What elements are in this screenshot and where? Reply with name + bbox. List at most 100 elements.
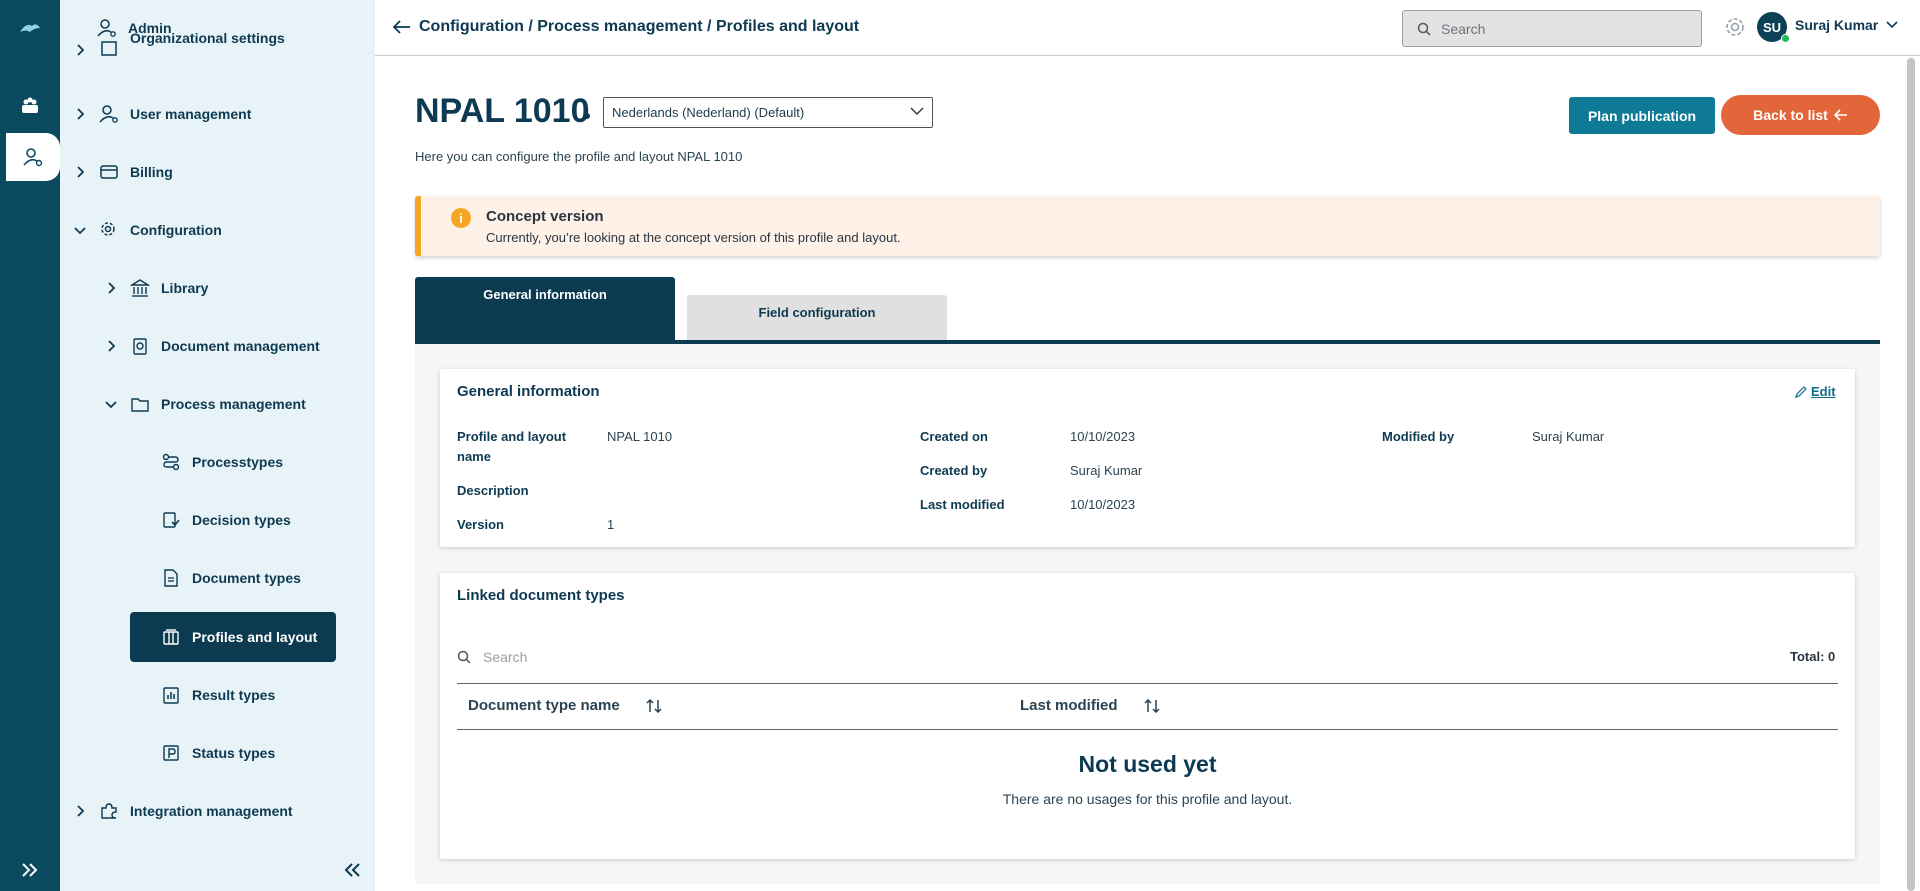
- search-placeholder: Search: [483, 649, 528, 665]
- sidebar-item-document-types[interactable]: Document types: [160, 553, 301, 603]
- chevron-down-icon: [1886, 21, 1898, 29]
- search-placeholder: Search: [1441, 20, 1486, 37]
- rail-cases-button[interactable]: [0, 82, 60, 130]
- sidebar-item-label: Result types: [192, 687, 276, 703]
- alert-text: Currently, you’re looking at the concept…: [486, 230, 901, 245]
- chevron-down-icon: [910, 107, 924, 115]
- sidebar-item-document-management[interactable]: Document management: [103, 321, 320, 371]
- linked-document-types-card: [440, 573, 1855, 859]
- sidebar-item-process-management[interactable]: Process management: [103, 379, 306, 429]
- chevron-right-icon: [103, 280, 119, 296]
- folder-icon: [129, 393, 151, 415]
- global-search-input[interactable]: Search: [1402, 10, 1702, 47]
- sidebar-item-profiles-and-layout[interactable]: Profiles and layout: [130, 612, 336, 662]
- sidebar-item-processtypes[interactable]: Processtypes: [160, 437, 283, 487]
- created-by-label: Created by: [920, 463, 988, 478]
- version-label: Version: [457, 517, 504, 532]
- search-icon: [1417, 22, 1431, 36]
- info-icon: i: [451, 208, 471, 228]
- tab-field-configuration[interactable]: Field configuration: [687, 295, 947, 341]
- sidebar-item-label: Status types: [192, 745, 276, 761]
- collapse-sidebar-icon[interactable]: [340, 858, 364, 882]
- sidebar-item-label: Integration management: [130, 803, 293, 819]
- admin-sidebar: Admin Organizational settings User manag…: [60, 0, 375, 891]
- sidebar-item-result-types[interactable]: Result types: [160, 670, 275, 720]
- plan-publication-label: Plan publication: [1587, 107, 1697, 124]
- title-separator: [584, 113, 590, 119]
- rail-admin-button[interactable]: [6, 133, 60, 181]
- page-scrollbar[interactable]: [1907, 58, 1915, 891]
- profile-name-value: NPAL 1010: [607, 429, 673, 444]
- description-label: Description: [457, 483, 529, 498]
- sidebar-item-organizational-settings[interactable]: Organizational settings: [72, 32, 285, 58]
- created-on-label: Created on: [920, 429, 988, 444]
- back-to-list-button[interactable]: Back to list: [1721, 95, 1880, 135]
- breadcrumb-text[interactable]: Configuration / Process management / Pro…: [419, 18, 859, 36]
- sidebar-item-label: Process management: [161, 396, 306, 412]
- layout-icon: [160, 626, 182, 648]
- back-to-list-label: Back to list: [1753, 107, 1828, 123]
- language-select[interactable]: Nederlands (Nederland) (Default): [603, 97, 933, 128]
- modified-by-value: Suraj Kumar: [1532, 429, 1605, 444]
- tab-general-information[interactable]: General information: [415, 277, 675, 341]
- chevron-right-icon: [103, 338, 119, 354]
- linked-docs-title: Linked document types: [457, 587, 625, 604]
- sidebar-item-label: Decision types: [192, 512, 291, 528]
- document-management-icon: [129, 335, 151, 357]
- total-count: Total: 0: [1790, 649, 1836, 664]
- column-header-document-type-name[interactable]: Document type name: [468, 697, 662, 714]
- sidebar-item-status-types[interactable]: Status types: [160, 728, 275, 778]
- sidebar-item-configuration[interactable]: Configuration: [72, 205, 222, 255]
- column-header-last-modified[interactable]: Last modified: [1020, 697, 1160, 714]
- chevron-right-icon: [72, 164, 88, 180]
- gear-icon[interactable]: [1722, 14, 1748, 40]
- edit-label: Edit: [1811, 384, 1836, 399]
- search-icon: [457, 650, 471, 664]
- chart-icon: [160, 684, 182, 706]
- chevron-right-icon: [72, 803, 88, 819]
- sidebar-item-label: Document types: [192, 570, 301, 586]
- table-header-divider: [457, 729, 1838, 730]
- alert-title: Concept version: [486, 208, 604, 225]
- back-arrow-icon[interactable]: [393, 20, 411, 34]
- user-menu[interactable]: Suraj Kumar: [1795, 17, 1898, 33]
- sidebar-item-user-management[interactable]: User management: [72, 89, 251, 139]
- sidebar-item-decision-types[interactable]: Decision types: [160, 495, 291, 545]
- chevron-right-icon: [72, 106, 88, 122]
- sidebar-item-label: Document management: [161, 338, 320, 354]
- sidebar-item-label: Billing: [130, 164, 173, 180]
- sidebar-item-library[interactable]: Library: [103, 263, 208, 313]
- document-icon: [160, 567, 182, 589]
- config-gear-icon: [98, 219, 120, 241]
- top-header: Configuration / Process management / Pro…: [375, 0, 1920, 56]
- expand-sidebar-icon[interactable]: [18, 858, 42, 882]
- sidebar-item-label: Configuration: [130, 222, 222, 238]
- sidebar-item-integration-management[interactable]: Integration management: [72, 786, 293, 836]
- sort-icon[interactable]: [646, 698, 662, 713]
- tab-label: General information: [483, 287, 607, 302]
- breadcrumb: Configuration / Process management / Pro…: [393, 18, 859, 36]
- sidebar-item-label: Organizational settings: [130, 32, 285, 46]
- building-icon: [98, 36, 120, 58]
- status-icon: [160, 742, 182, 764]
- chevron-right-icon: [72, 42, 88, 58]
- library-icon: [129, 277, 151, 299]
- plan-publication-button[interactable]: Plan publication: [1569, 97, 1715, 134]
- general-info-card: [440, 369, 1855, 547]
- sidebar-item-label: Processtypes: [192, 454, 284, 470]
- sidebar-item-billing[interactable]: Billing: [72, 147, 173, 197]
- column-header-label: Document type name: [468, 697, 620, 714]
- process-flow-icon: [160, 451, 182, 473]
- created-by-value: Suraj Kumar: [1070, 463, 1143, 478]
- sidebar-item-label: Library: [161, 280, 209, 296]
- app-logo-icon[interactable]: [18, 20, 42, 38]
- linked-docs-search-input[interactable]: Search: [457, 645, 1057, 669]
- sort-icon[interactable]: [1143, 698, 1160, 713]
- sidebar-item-label: Profiles and layout: [192, 629, 318, 645]
- language-select-value: Nederlands (Nederland) (Default): [612, 105, 805, 120]
- tab-label: Field configuration: [758, 305, 876, 320]
- chevron-down-icon: [103, 396, 119, 412]
- page-subtitle: Here you can configure the profile and l…: [415, 149, 743, 164]
- edit-link[interactable]: Edit: [1795, 384, 1836, 399]
- last-modified-value: 10/10/2023: [1070, 497, 1136, 512]
